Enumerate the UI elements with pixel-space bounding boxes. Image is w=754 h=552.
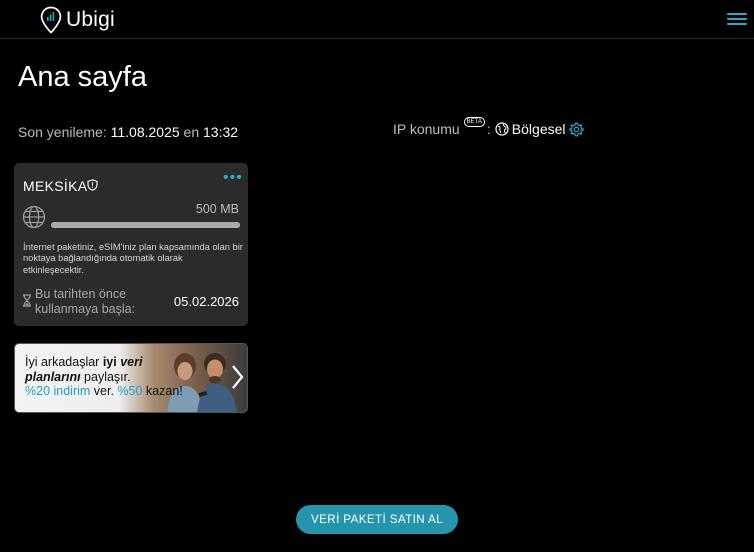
location-pin-logo-icon — [40, 6, 62, 34]
globe-region-icon — [495, 122, 509, 136]
data-usage-fill — [51, 222, 240, 228]
plan-data-amount: 500 MB — [195, 202, 239, 216]
buy-data-plan-button[interactable]: VERİ PAKETİ SATIN AL — [296, 505, 458, 534]
page-title: Ana sayfa — [18, 61, 147, 93]
more-options-icon[interactable]: ••• — [223, 170, 243, 186]
gear-icon[interactable] — [568, 122, 584, 137]
refresh-date: 11.08.2025 — [110, 124, 180, 140]
start-before-date: 05.02.2026 — [173, 294, 239, 309]
hourglass-icon — [23, 294, 31, 307]
chevron-right-icon[interactable] — [230, 364, 244, 390]
promo-line1-italic: veri — [120, 355, 143, 369]
start-before-label: Bu tarihten önce kullanmaya başla: — [35, 287, 136, 316]
promo-line3-text: ver. — [90, 384, 118, 399]
ip-location-value: Bölgesel — [511, 121, 566, 137]
promo-discount: %20 indirim — [25, 384, 91, 399]
ip-location-separator: : — [486, 121, 491, 137]
promo-line3-end: kazan! — [142, 384, 183, 399]
ip-location: IP konumu BETA : Bölgesel — [393, 117, 584, 137]
plan-activation-info: İnternet paketiniz, eSIM'iniz plan kapsa… — [23, 242, 243, 275]
data-usage-bar — [51, 222, 240, 228]
beta-badge: BETA — [463, 117, 485, 127]
referral-promo-banner[interactable]: İyi arkadaşlar iyi veri planlarını payla… — [14, 343, 248, 413]
refresh-time: 13:32 — [203, 124, 239, 140]
last-refresh: Son yenileme: 11.08.2025 en 13:32 — [18, 124, 238, 140]
plan-country: MEKSİKA — [23, 178, 88, 194]
ubigi-logo[interactable]: Ubigi — [40, 6, 115, 34]
ip-location-label: IP konumu — [393, 121, 460, 137]
promo-line2-text: paylaşır. — [80, 369, 131, 384]
refresh-connector: en — [183, 124, 200, 140]
top-bar: Ubigi — [0, 0, 754, 39]
plan-card[interactable]: MEKSİKA ••• 500 MB İnternet paketiniz, e… — [14, 163, 248, 326]
shield-icon — [87, 179, 98, 191]
refresh-label: Son yenileme: — [18, 124, 107, 140]
promo-reward: %50 — [117, 384, 143, 399]
promo-text: İyi arkadaşlar iyi veri planlarını payla… — [25, 355, 183, 399]
promo-line2-italic: planlarını — [25, 369, 81, 384]
globe-icon — [22, 205, 46, 229]
hamburger-menu-icon[interactable] — [727, 13, 747, 27]
promo-line1-bold: iyi — [102, 355, 121, 369]
logo-text: Ubigi — [66, 8, 115, 31]
promo-line1-text: İyi arkadaşlar — [25, 355, 103, 369]
